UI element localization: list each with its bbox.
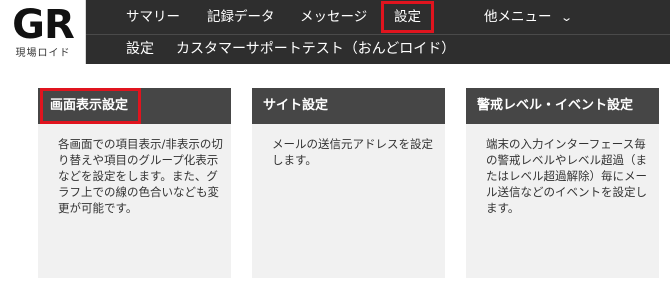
brand-subtitle: 現場ロイド: [15, 48, 71, 59]
brand-logo[interactable]: GR 現場ロイド: [0, 0, 86, 64]
card-site-settings-title[interactable]: サイト設定: [252, 88, 445, 124]
nav-item-summary[interactable]: サマリー: [126, 0, 180, 34]
card-alert-event-settings: 警戒レベル・イベント設定 端末の入力インターフェース毎の警戒レベルやレベル超過（…: [466, 88, 659, 278]
card-display-settings-description: 各画面での項目表示/非表示の切り替えや項目のグループ化表示などを設定をします。ま…: [58, 137, 223, 215]
breadcrumb-section: 設定: [126, 41, 154, 57]
nav-item-other-menu-label: 他メニュー: [484, 9, 552, 25]
card-site-settings-description: メールの送信元アドレスを設定します。: [272, 137, 433, 167]
top-navigation: サマリー 記録データ メッセージ 設定 他メニュー ⌄: [86, 0, 670, 34]
brand-mark: GR: [12, 2, 75, 48]
page-header: 設定 カスタマーサポートテスト（おんどロイド）: [86, 34, 670, 64]
chevron-down-icon: ⌄: [559, 11, 573, 24]
nav-item-messages[interactable]: メッセージ: [300, 0, 367, 34]
card-display-settings: 画面表示設定 各画面での項目表示/非表示の切り替えや項目のグループ化表示などを設…: [38, 88, 231, 278]
nav-item-records[interactable]: 記録データ: [207, 0, 275, 34]
page-title: カスタマーサポートテスト（おんどロイド）: [176, 41, 456, 57]
card-display-settings-title[interactable]: 画面表示設定: [40, 88, 141, 124]
nav-item-settings[interactable]: 設定: [381, 1, 434, 33]
card-alert-event-settings-title[interactable]: 警戒レベル・イベント設定: [466, 88, 659, 124]
card-site-settings: サイト設定 メールの送信元アドレスを設定します。: [252, 88, 445, 278]
card-alert-event-settings-description: 端末の入力インターフェース毎の警戒レベルやレベル超過（またはレベル超過解除）毎に…: [486, 137, 647, 215]
nav-item-other-menu[interactable]: 他メニュー ⌄: [484, 0, 573, 34]
